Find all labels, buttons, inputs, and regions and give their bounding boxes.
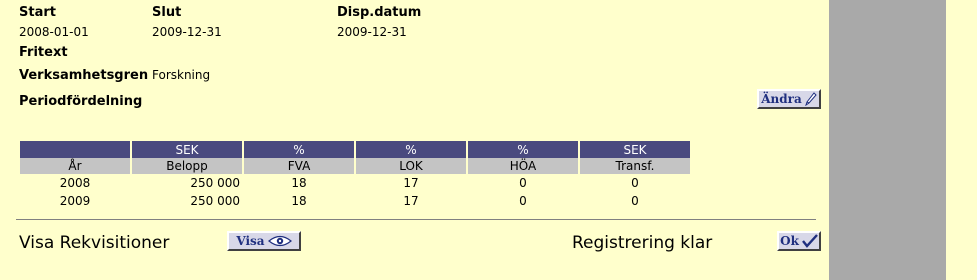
cell-ar: 2009	[59, 194, 91, 208]
cell-fva: 18	[291, 194, 307, 208]
cell-belopp: 250 000	[190, 176, 240, 190]
column-header-belopp: Belopp	[132, 158, 242, 174]
pencil-icon	[804, 92, 817, 106]
visa-button[interactable]: Visa	[227, 231, 301, 251]
column-header-fva: FVA	[244, 158, 354, 174]
unit-cell: SEK	[580, 141, 690, 158]
verksamhetsgren-value: Forskning	[152, 68, 211, 82]
cell-hoa: 0	[519, 176, 527, 190]
header-row: År Belopp FVA LOK HÖA Transf.	[20, 158, 690, 174]
ok-button[interactable]: Ok	[777, 231, 821, 251]
verksamhetsgren-label: Verksamhetsgren	[19, 68, 149, 83]
cell-lok: 17	[403, 176, 419, 190]
visa-button-label: Visa	[236, 234, 265, 248]
cell-fva: 18	[291, 176, 307, 190]
side-panel	[829, 0, 946, 280]
visa-rekvisitioner-label: Visa Rekvisitioner	[19, 233, 170, 253]
cell-transf: 0	[631, 194, 639, 208]
unit-cell: %	[356, 141, 466, 158]
andra-button[interactable]: Ändra	[757, 89, 821, 109]
cell-hoa: 0	[519, 194, 527, 208]
start-value: 2008-01-01	[19, 25, 89, 39]
start-label: Start	[19, 5, 56, 20]
cell-ar: 2008	[59, 176, 91, 190]
unit-cell: SEK	[132, 141, 242, 158]
divider	[16, 219, 816, 220]
ok-button-label: Ok	[780, 234, 799, 248]
cell-belopp: 250 000	[190, 194, 240, 208]
checkmark-icon	[801, 234, 818, 248]
column-header-hoa: HÖA	[468, 158, 578, 174]
column-header-ar: År	[20, 158, 130, 174]
right-strip	[946, 0, 977, 280]
unit-cell	[20, 141, 130, 158]
cell-transf: 0	[631, 176, 639, 190]
disp-datum-label: Disp.datum	[337, 5, 422, 20]
slut-label: Slut	[152, 5, 182, 20]
fritext-label: Fritext	[19, 45, 68, 60]
periodfordelning-label: Periodfördelning	[19, 94, 143, 109]
column-header-lok: LOK	[356, 158, 466, 174]
unit-cell: %	[244, 141, 354, 158]
period-table: SEK % % % SEK År Belopp FVA LOK HÖA Tran…	[18, 141, 692, 210]
andra-button-label: Ändra	[761, 92, 802, 106]
unit-cell: %	[468, 141, 578, 158]
table-row: 2008 250 000 18 17 0 0	[20, 174, 690, 192]
unit-row: SEK % % % SEK	[20, 141, 690, 158]
column-header-transf: Transf.	[580, 158, 690, 174]
registrering-klar-label: Registrering klar	[572, 233, 713, 253]
eye-icon	[267, 235, 292, 247]
table-row: 2009 250 000 18 17 0 0	[20, 192, 690, 210]
disp-datum-value: 2009-12-31	[337, 25, 407, 39]
cell-lok: 17	[403, 194, 419, 208]
slut-value: 2009-12-31	[152, 25, 222, 39]
